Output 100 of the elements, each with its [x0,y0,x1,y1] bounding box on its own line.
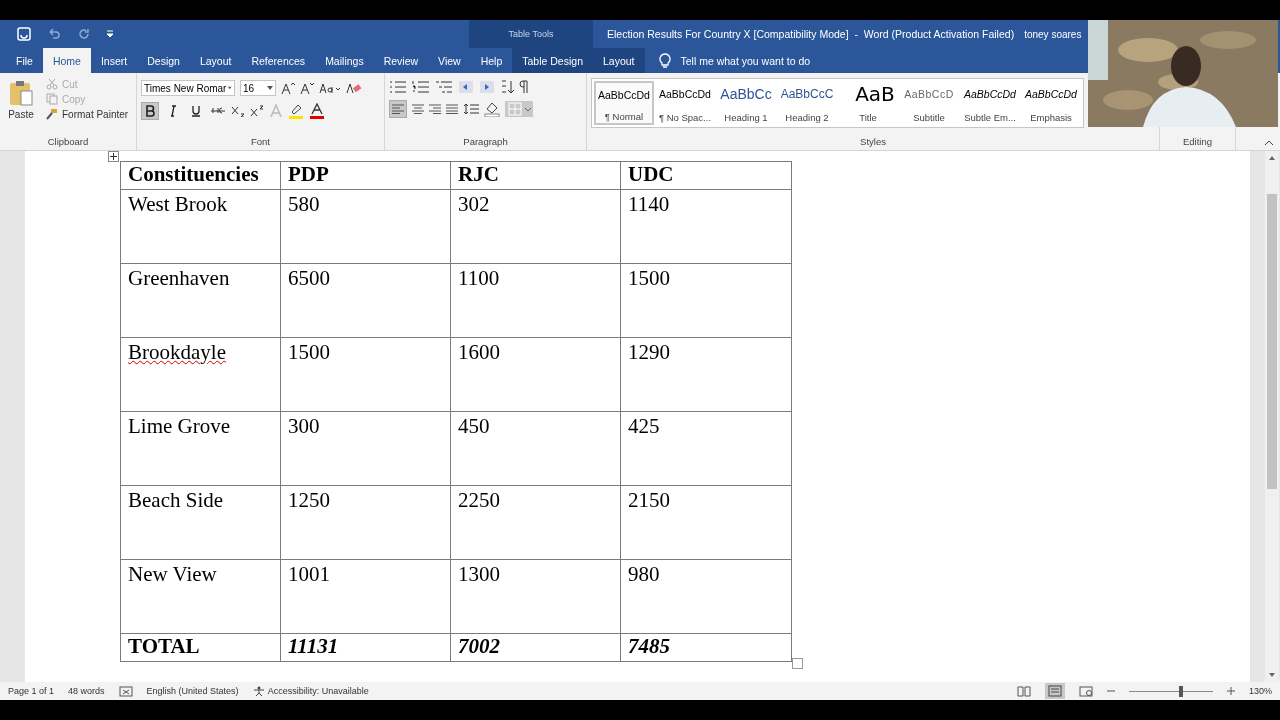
font-size-field[interactable]: 16 [240,80,276,96]
ribbon-tab[interactable]: Home [42,48,91,73]
ribbon-tab[interactable]: Table Design [512,48,593,73]
line-spacing-icon[interactable] [463,103,479,115]
numbering-icon[interactable] [412,80,430,94]
page-count[interactable]: Page 1 of 1 [8,686,55,696]
zoom-level[interactable]: 130% [1248,686,1272,696]
bold-icon [145,105,155,117]
multilevel-list-icon[interactable] [435,80,453,94]
table-cell: 580 [288,192,320,216]
scroll-up-icon[interactable] [1268,155,1276,161]
ribbon-tab[interactable]: Layout [189,48,242,73]
redo-icon[interactable] [76,26,92,42]
pilcrow-icon[interactable] [519,80,529,94]
accessibility-status[interactable]: Accessibility: Unavailable [252,685,369,697]
grow-font-icon[interactable] [281,81,295,95]
customize-icon[interactable] [106,29,114,39]
shading-icon[interactable] [484,101,500,117]
total-cell: TOTAL [120,633,281,662]
sort-icon[interactable] [500,80,514,94]
font-name-field[interactable]: Times New Romar [141,80,235,96]
style-option[interactable]: AaBbCcDd Emphasis [1021,81,1081,125]
web-layout-icon[interactable] [1078,685,1093,697]
style-option[interactable]: AaBbCcD Subtitle [899,81,959,125]
undo-icon[interactable] [46,26,62,42]
font-color-icon[interactable] [309,103,325,119]
table-move-handle-icon[interactable] [108,151,119,162]
copy-icon [46,93,58,105]
read-mode-icon[interactable] [1016,685,1031,697]
vertical-scrollbar[interactable] [1265,151,1279,682]
accessibility-icon [252,685,265,697]
table-cell: 300 [288,414,320,438]
table-cell: 980 [628,562,660,586]
format-painter-button[interactable]: Format Painter [44,107,131,121]
clear-formatting-icon[interactable] [346,81,362,95]
ribbon-tab[interactable]: Design [137,48,190,73]
ribbon-tab[interactable]: Review [373,48,429,73]
language-status[interactable]: English (United States) [146,686,239,696]
proofing-icon[interactable] [118,685,133,697]
table-resize-handle[interactable] [792,658,803,669]
column-header: PDP [280,161,451,190]
print-layout-icon[interactable] [1044,683,1065,699]
zoom-slider[interactable] [1179,685,1184,697]
style-option[interactable]: AaBbCcDd Subtle Em... [960,81,1020,125]
style-option[interactable]: AaBbCcDd ¶ Normal [594,81,654,125]
align-center-icon[interactable] [412,104,424,114]
strikethrough-icon[interactable] [210,105,226,117]
italic-icon [168,105,178,117]
autosave-icon[interactable] [16,26,32,42]
user-name: toney soares [1024,28,1082,40]
table-cell: 302 [458,192,490,216]
bold-button[interactable] [141,102,159,120]
group-label: Font [250,136,271,149]
ribbon-tab[interactable]: Mailings [315,48,374,73]
table-cell: 1250 [288,488,330,512]
table-cell: 425 [628,414,660,438]
highlighter-icon[interactable] [288,103,304,119]
ribbon-tab[interactable]: References [241,48,316,73]
group-label: Paragraph [462,136,509,149]
style-option[interactable]: AaB Title [838,81,898,125]
subscript-icon[interactable] [231,105,245,117]
ribbon-tab[interactable]: Help [470,48,513,73]
style-option[interactable]: AaBbCcC Heading 2 [777,81,837,125]
table-cell: 2250 [458,488,500,512]
zoom-in-icon[interactable] [1226,687,1235,695]
table-cell: West Brook [128,192,228,216]
table-cell: Greenhaven [128,266,230,290]
lightbulb-icon [658,52,671,69]
style-option[interactable]: AaBbCcDd ¶ No Spac... [655,81,715,125]
paste-button[interactable]: Paste [4,77,38,136]
shrink-font-icon[interactable] [300,81,314,95]
align-left-button[interactable] [389,100,407,118]
word-count[interactable]: 48 words [68,686,105,696]
ribbon-tab[interactable]: View [428,48,471,73]
justify-icon[interactable] [446,104,458,114]
collapse-ribbon-icon[interactable] [1264,140,1274,146]
change-case-icon[interactable] [319,81,341,95]
table-cell: 1300 [458,562,500,586]
scissors-icon [46,78,58,90]
caret-icon [228,86,232,90]
table-cell: 1290 [628,340,670,364]
scroll-down-icon[interactable] [1268,672,1276,678]
ribbon-tab[interactable]: Layout [592,48,645,73]
total-cell: 7002 [450,633,621,662]
increase-indent-icon[interactable] [479,80,495,94]
style-option[interactable]: AaBbCc Heading 1 [716,81,776,125]
table-cell: 1500 [288,340,330,364]
decrease-indent-icon[interactable] [458,80,474,94]
total-cell: 7485 [620,633,792,662]
tell-me-search[interactable]: Tell me what you want to do [680,54,811,67]
paintbrush-icon [46,108,58,120]
ribbon-tab[interactable]: File [6,48,43,73]
table-cell: 1600 [458,340,500,364]
group-label: Editing [1181,136,1214,149]
bullets-icon[interactable] [389,80,407,94]
superscript-icon[interactable] [250,105,264,117]
align-right-icon[interactable] [429,104,441,114]
context-label: Table Tools [508,29,554,39]
table-cell: 6500 [288,266,330,290]
ribbon-tab[interactable]: Insert [90,48,138,73]
